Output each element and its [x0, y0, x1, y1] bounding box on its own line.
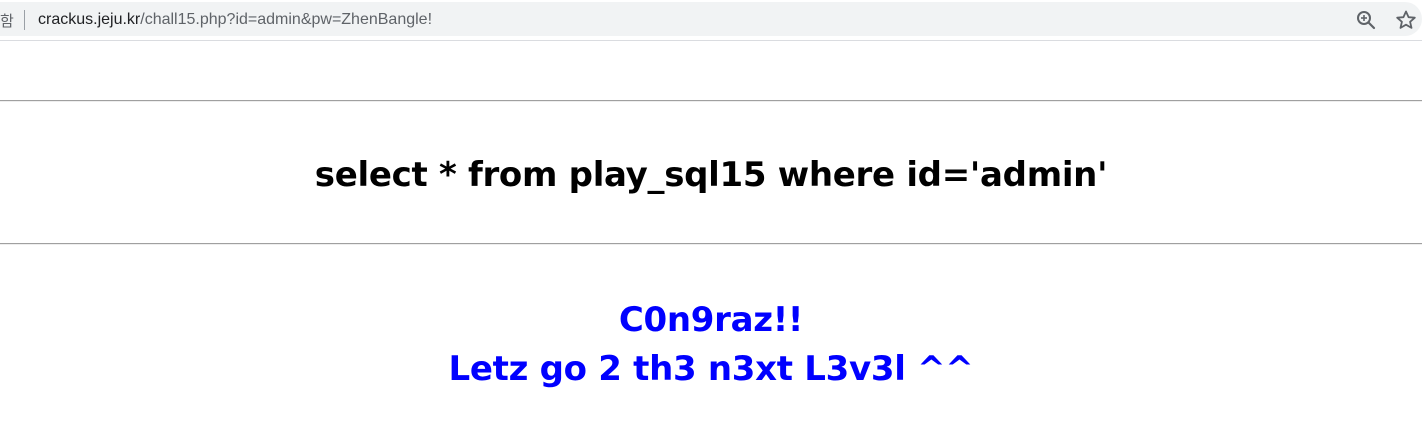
toolbar-divider — [0, 40, 1422, 41]
url-field[interactable]: crackus.jeju.kr/chall15.php?id=admin&pw=… — [38, 11, 432, 29]
omnibox[interactable]: 함 crackus.jeju.kr/chall15.php?id=admin&p… — [0, 2, 1422, 36]
url-path: /chall15.php?id=admin&pw=ZhenBangle! — [140, 11, 433, 28]
success-message-line2: Letz go 2 th3 n3xt L3v3l ^^ — [448, 349, 974, 389]
bookmark-star-icon[interactable] — [1395, 9, 1417, 31]
url-host: crackus.jeju.kr — [38, 11, 141, 28]
success-message-line1: C0n9raz!! — [618, 300, 804, 340]
horizontal-rule-top — [0, 100, 1422, 102]
security-chip[interactable]: 함 — [0, 10, 14, 31]
chip-separator — [24, 10, 25, 30]
zoom-icon[interactable] — [1355, 9, 1377, 31]
address-bar: 함 crackus.jeju.kr/chall15.php?id=admin&p… — [0, 0, 1422, 40]
horizontal-rule-bottom — [0, 243, 1422, 245]
sql-query-heading: select * from play_sql15 where id='admin… — [314, 155, 1108, 195]
